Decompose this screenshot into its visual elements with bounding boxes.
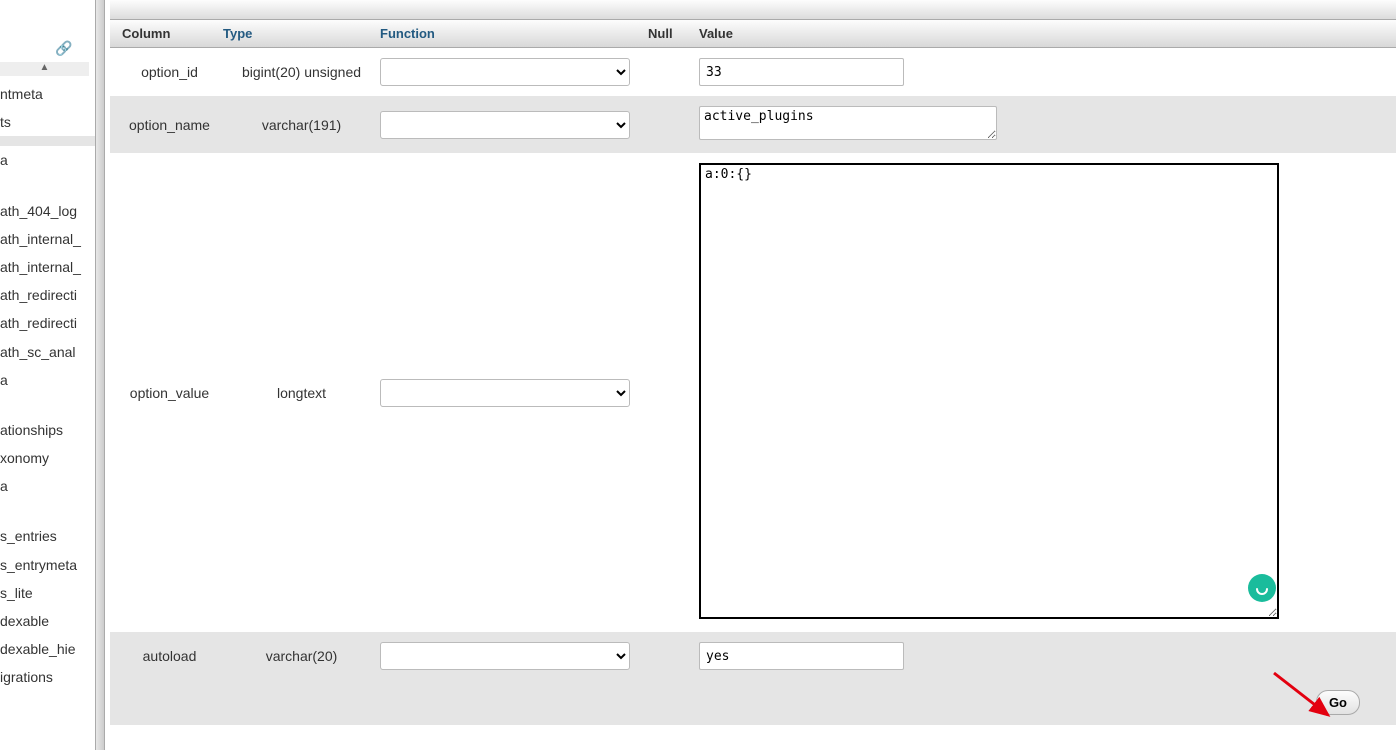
sidebar-item[interactable]: dexable_hie bbox=[0, 635, 95, 663]
column-type: varchar(20) bbox=[223, 648, 380, 664]
value-input[interactable] bbox=[699, 58, 904, 86]
sidebar-item[interactable]: a bbox=[0, 472, 95, 500]
column-name: option_id bbox=[116, 64, 223, 80]
value-input[interactable] bbox=[699, 163, 1279, 619]
function-select[interactable] bbox=[380, 642, 630, 670]
table-row: option_valuelongtext bbox=[110, 153, 1396, 632]
header-function[interactable]: Function bbox=[374, 26, 642, 41]
sidebar-item[interactable]: ntmeta bbox=[0, 80, 95, 108]
sidebar-item[interactable]: dexable bbox=[0, 607, 95, 635]
sidebar-item[interactable]: s_entrymeta bbox=[0, 551, 95, 579]
sidebar-item[interactable]: s_lite bbox=[0, 579, 95, 607]
column-type: bigint(20) unsigned bbox=[223, 64, 380, 80]
function-select[interactable] bbox=[380, 379, 630, 407]
table-row: option_idbigint(20) unsigned bbox=[110, 48, 1396, 96]
tab-strip[interactable] bbox=[110, 0, 1396, 20]
value-input[interactable] bbox=[699, 106, 997, 140]
sidebar-item[interactable] bbox=[0, 136, 95, 146]
sidebar-item[interactable]: xonomy bbox=[0, 444, 95, 472]
header-type[interactable]: Type bbox=[217, 26, 374, 41]
sidebar-item[interactable]: a bbox=[0, 366, 95, 394]
link-icon: 🔗 bbox=[55, 40, 72, 57]
function-select[interactable] bbox=[380, 58, 630, 86]
column-name: option_name bbox=[116, 117, 223, 133]
sidebar-item[interactable]: a bbox=[0, 146, 95, 174]
sidebar-item[interactable]: ationships bbox=[0, 416, 95, 444]
value-input[interactable] bbox=[699, 642, 904, 670]
status-badge[interactable] bbox=[1248, 574, 1276, 602]
sidebar-item[interactable]: igrations bbox=[0, 663, 95, 691]
table-row: autoloadvarchar(20) bbox=[110, 632, 1396, 680]
sidebar-item[interactable]: ath_internal_ bbox=[0, 225, 95, 253]
sidebar-item[interactable]: ath_redirecti bbox=[0, 281, 95, 309]
scroll-up[interactable]: ▲ bbox=[0, 62, 89, 76]
table-header: Column Type Function Null Value bbox=[110, 20, 1396, 48]
column-name: option_value bbox=[116, 385, 223, 401]
sidebar-item[interactable]: ts bbox=[0, 108, 95, 136]
column-name: autoload bbox=[116, 648, 223, 664]
table-row: option_namevarchar(191) bbox=[110, 96, 1396, 153]
function-select[interactable] bbox=[380, 111, 630, 139]
header-value: Value bbox=[693, 26, 1396, 41]
header-null: Null bbox=[642, 26, 693, 41]
sidebar-resizer[interactable] bbox=[95, 0, 105, 750]
go-button[interactable]: Go bbox=[1316, 690, 1360, 715]
column-type: longtext bbox=[223, 385, 380, 401]
footer-row: Go bbox=[110, 680, 1396, 725]
sidebar-item[interactable]: ath_redirecti bbox=[0, 309, 95, 337]
sidebar-item[interactable]: ath_sc_anal bbox=[0, 338, 95, 366]
sidebar: 🔗 ▲ ntmetatsaath_404_logath_internal_ath… bbox=[0, 0, 95, 750]
header-column: Column bbox=[110, 26, 217, 41]
sidebar-item[interactable]: ath_internal_ bbox=[0, 253, 95, 281]
column-type: varchar(191) bbox=[223, 117, 380, 133]
main: Column Type Function Null Value option_i… bbox=[110, 0, 1396, 750]
sidebar-item[interactable]: s_entries bbox=[0, 522, 95, 550]
sidebar-item[interactable]: ath_404_log bbox=[0, 197, 95, 225]
